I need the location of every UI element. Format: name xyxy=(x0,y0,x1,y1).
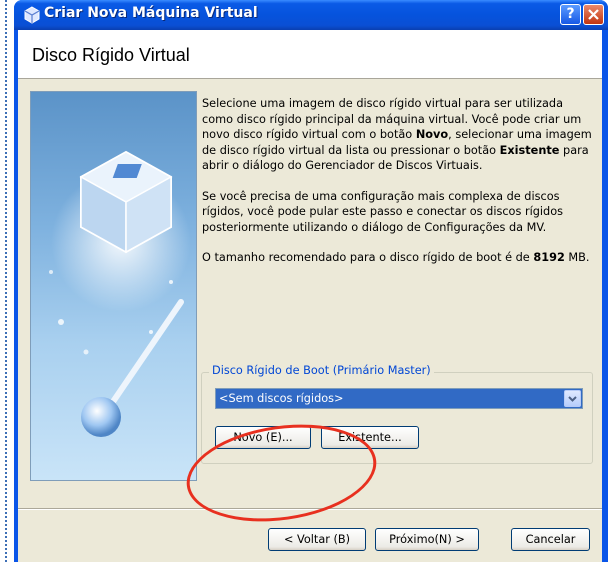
boot-disk-group xyxy=(201,372,593,464)
cancel-button[interactable]: Cancelar xyxy=(511,528,590,551)
boot-disk-group-label: Disco Rígido de Boot (Primário Master) xyxy=(209,364,434,377)
dialog-client: Disco Rígido Virtual Selecione uma image… xyxy=(18,30,602,562)
close-icon xyxy=(588,9,599,20)
virtualbox-icon xyxy=(24,6,40,24)
description: Selecione uma imagem de disco rígido vir… xyxy=(202,96,594,281)
description-paragraph-2: Se você precisa de uma configuração mais… xyxy=(202,189,564,234)
wizard-header: Disco Rígido Virtual xyxy=(18,30,602,79)
new-disk-button[interactable]: Novo (E)... xyxy=(215,426,311,449)
close-button[interactable] xyxy=(583,4,604,25)
boot-disk-selected: <Sem discos rígidos> xyxy=(219,392,344,405)
help-button[interactable]: ? xyxy=(560,4,581,25)
back-button[interactable]: < Voltar (B) xyxy=(268,528,366,551)
description-paragraph-3: O tamanho recomendado para o disco rígid… xyxy=(202,251,590,264)
page-title: Disco Rígido Virtual xyxy=(32,45,190,65)
title-bar[interactable]: Criar Nova Máquina Virtual ? xyxy=(14,0,608,30)
dotted-border xyxy=(5,0,7,562)
description-paragraph-1: Selecione uma imagem de disco rígido vir… xyxy=(202,97,592,172)
chevron-down-icon xyxy=(568,396,577,402)
virtualbox-cube-graphic xyxy=(49,150,191,437)
wizard-illustration xyxy=(30,91,197,481)
boot-disk-select[interactable]: <Sem discos rígidos> xyxy=(215,388,583,409)
next-button[interactable]: Próximo(N) > xyxy=(375,528,479,551)
existing-disk-button[interactable]: Existente... xyxy=(321,426,419,449)
dialog-window: Criar Nova Máquina Virtual ? Disco Rígid… xyxy=(14,0,608,562)
window-title: Criar Nova Máquina Virtual xyxy=(44,5,258,21)
dropdown-button[interactable] xyxy=(564,390,581,407)
footer-separator xyxy=(18,508,602,510)
